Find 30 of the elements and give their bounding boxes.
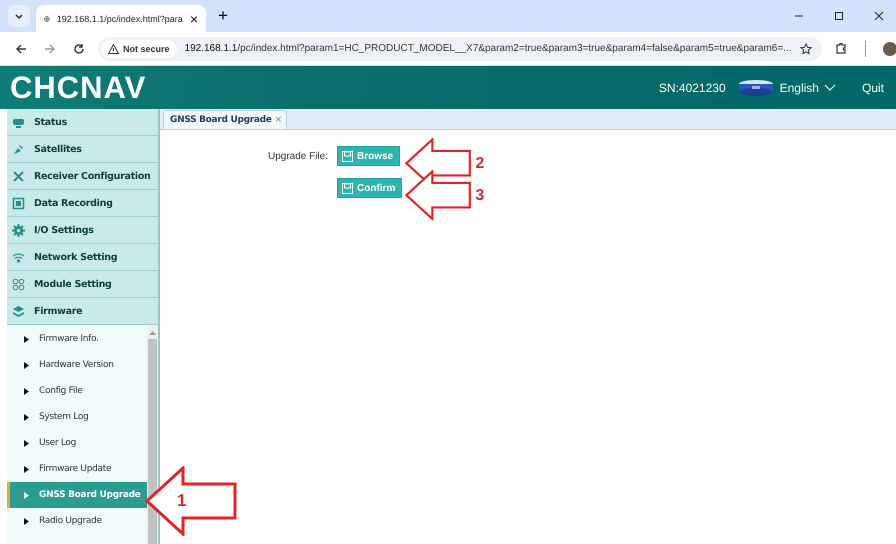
tab-title: 192.168.1.1/pc/index.html?para <box>56 14 183 24</box>
annotation-number: 2 <box>476 154 484 173</box>
menu-item[interactable]: Module Setting <box>7 271 158 298</box>
serial-number: SN:4021230 <box>658 80 726 94</box>
submenu-item[interactable]: Firmware Info. <box>7 326 147 352</box>
close-tab-button[interactable]: × <box>190 10 198 26</box>
submenu-item[interactable]: System Log <box>7 404 147 430</box>
menu-item[interactable]: I/O Settings <box>7 217 158 244</box>
url-text: 192.168.1.1/pc/index.html?param1=HC_PRODUCT_MODEL__X7&param2=true&param3=true&param4=false&param5=true&param6=... <box>184 43 792 54</box>
language-dropdown[interactable]: English <box>780 80 836 94</box>
menu-item[interactable]: Status <box>7 109 158 136</box>
new-tab-button[interactable]: + <box>212 6 234 26</box>
submenu-item[interactable]: Config File <box>7 378 147 404</box>
submenu-item[interactable]: Firmware Update <box>7 456 147 482</box>
annotation-number: 1 <box>177 491 186 511</box>
menu-item[interactable]: Network Setting <box>7 244 158 271</box>
menu-item[interactable]: Data Recording <box>7 190 158 217</box>
upgrade-file-label: Upgrade File: <box>266 150 328 162</box>
menu-item[interactable]: Satellites <box>7 136 158 163</box>
logo: CHCNAV <box>10 70 146 106</box>
submenu-item[interactable]: User Log <box>7 430 147 456</box>
submenu-item[interactable]: Hardware Version <box>7 352 147 378</box>
annotation-number: 3 <box>476 186 484 205</box>
address-bar[interactable]: Not secure 192.168.1.1/pc/index.html?param1=HC_PRODUCT_MODEL__X7&param2=true&param3=true&param4=false&param5=true&param6=... <box>98 36 822 60</box>
submenu-item[interactable]: Radio Upgrade <box>7 508 147 534</box>
quit-link[interactable]: Quit <box>862 80 884 94</box>
security-chip[interactable]: Not secure <box>101 40 177 58</box>
menu-item[interactable]: Receiver Configuration <box>7 163 158 190</box>
browser-tab[interactable]: 192.168.1.1/pc/index.html?para × <box>36 5 206 32</box>
page-tab[interactable]: GNSS Board Upgrade × <box>163 110 287 129</box>
